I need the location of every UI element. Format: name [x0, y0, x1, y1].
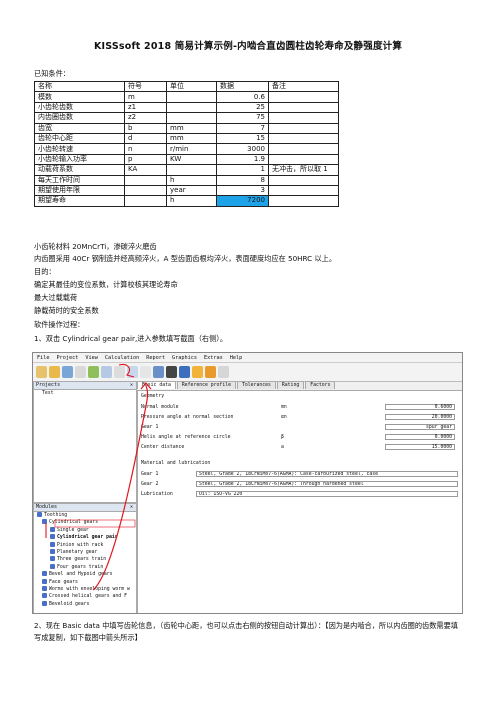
selection-highlight: [54, 519, 136, 528]
table-row: 小齿轮齿数 z1 25: [34, 101, 339, 114]
table-row: 齿宽 b mm 7: [34, 122, 339, 134]
table-cell: 动载荷系数: [34, 164, 125, 176]
table-cell: 1.9: [216, 153, 269, 166]
table-cell: 小齿轮齿数: [34, 101, 125, 114]
table-cell: [268, 101, 339, 114]
table-cell: 8: [216, 174, 269, 186]
table-cell: z2: [124, 112, 167, 124]
table-cell: KW: [166, 153, 217, 166]
table-header-cell: 符号: [124, 80, 167, 93]
table-cell: 7: [216, 122, 269, 134]
table-cell: [124, 195, 167, 207]
table-cell: [166, 164, 217, 176]
table-cell: 期望寿命: [34, 195, 125, 207]
annotation-arrow: [92, 385, 149, 591]
table-cell: 1: [216, 164, 269, 176]
purpose-item-2: 最大过载载荷: [34, 293, 78, 302]
known-conditions-label: 已知条件：: [34, 69, 70, 78]
table-header-cell: 单位: [166, 80, 217, 93]
table-cell: b: [124, 122, 167, 134]
table-header-cell: 备注: [268, 80, 339, 93]
table-cell: 内齿圈齿数: [34, 112, 125, 124]
table-cell: 小齿轮输入功率: [34, 153, 125, 166]
table-header-cell: 名称: [34, 80, 125, 93]
procedure-label: 软件操作过程：: [34, 320, 85, 329]
annotation-overlay: [45, 364, 152, 591]
table-cell: 小齿轮转速: [34, 143, 125, 155]
table-cell: h: [166, 174, 217, 186]
table-row: 齿轮中心距 d mm 15: [34, 132, 339, 145]
table-cell: 3000: [216, 143, 269, 155]
table-cell: 3: [216, 184, 269, 197]
table-cell: d: [124, 132, 167, 145]
table-cell: 无冲击，所以取 1: [268, 164, 339, 176]
table-cell: year: [166, 184, 217, 197]
table-header-cell: 数据: [216, 80, 269, 93]
annotation-number-2: [118, 364, 135, 378]
pinion-material-text: 小齿轮材料 20MnCrTi，渗碳淬火磨齿: [34, 242, 157, 251]
table-cell: [124, 184, 167, 197]
step-2-text: 2、现在 Basic data 中填写齿轮信息，（齿轮中心距，也可以点击右侧的按…: [34, 621, 458, 642]
table-cell: [268, 112, 339, 124]
table-cell: 75: [216, 112, 269, 124]
table-cell: r/min: [166, 143, 217, 155]
step-1-text: 1、双击 Cylindrical gear pair,进入参数填写截面（右侧）。: [34, 334, 228, 343]
table-cell: n: [124, 143, 167, 155]
table-cell: [268, 143, 339, 155]
table-row: 每天工作时间 h 8: [34, 174, 339, 186]
table-cell: 齿宽: [34, 122, 125, 134]
table-cell: p: [124, 153, 167, 166]
table-cell: 7200: [216, 195, 269, 207]
parameter-table: 名称 符号 单位 数据 备注 模数 m 0.6 小齿轮齿数 z1 25 内齿圈齿数 z2 75 齿宽 b mm 7…: [34, 80, 339, 207]
table-cell: [268, 195, 339, 207]
table-row: 小齿轮输入功率 p KW 1.9: [34, 153, 339, 166]
table-cell: [166, 112, 217, 124]
table-cell: m: [124, 91, 167, 103]
table-cell: z1: [124, 101, 167, 114]
table-cell: 期望使用年限: [34, 184, 125, 197]
table-cell: 模数: [34, 91, 125, 103]
table-cell: [268, 122, 339, 134]
table-cell: 齿轮中心距: [34, 132, 125, 145]
table-header-row: 名称 符号 单位 数据 备注: [34, 80, 339, 93]
purpose-label: 目的：: [34, 267, 56, 276]
purpose-item-3: 静载荷时的安全系数: [34, 306, 99, 315]
table-row: 期望使用年限 year 3: [34, 184, 339, 197]
table-cell: mm: [166, 122, 217, 134]
kisssoft-screenshot: File Project View Calculation Report Graphics…: [32, 352, 463, 614]
table-cell: 25: [216, 101, 269, 114]
table-row: 期望寿命 h 7200: [34, 195, 339, 207]
table-cell: [268, 174, 339, 186]
table-cell: KA: [124, 164, 167, 176]
table-cell: [124, 174, 167, 186]
table-row: 模数 m 0.6: [34, 91, 339, 103]
ring-material-text: 内齿圈采用 40Cr 钢制造并经高频淬火，A 型齿面齿根均淬火，表面硬度均应在 …: [34, 254, 337, 263]
table-row: 动载荷系数 KA 1 无冲击，所以取 1: [34, 164, 339, 176]
table-row: 小齿轮转速 n r/min 3000: [34, 143, 339, 155]
table-cell: 每天工作时间: [34, 174, 125, 186]
table-row: 内齿圈齿数 z2 75: [34, 112, 339, 124]
table-cell: [268, 153, 339, 166]
table-cell: [166, 91, 217, 103]
document-title: KISSsoft 2018 简易计算示例-内啮合直齿圆柱齿轮寿命及静强度计算: [93, 41, 403, 52]
table-cell: [268, 184, 339, 197]
table-cell: mm: [166, 132, 217, 145]
table-cell: [268, 91, 339, 103]
table-cell: [166, 101, 217, 114]
table-cell: [268, 132, 339, 145]
table-cell: h: [166, 195, 217, 207]
table-cell: 0.6: [216, 91, 269, 103]
purpose-item-1: 确定其最佳的变位系数，计算校核其理论寿命: [34, 280, 178, 289]
table-cell: 15: [216, 132, 269, 145]
